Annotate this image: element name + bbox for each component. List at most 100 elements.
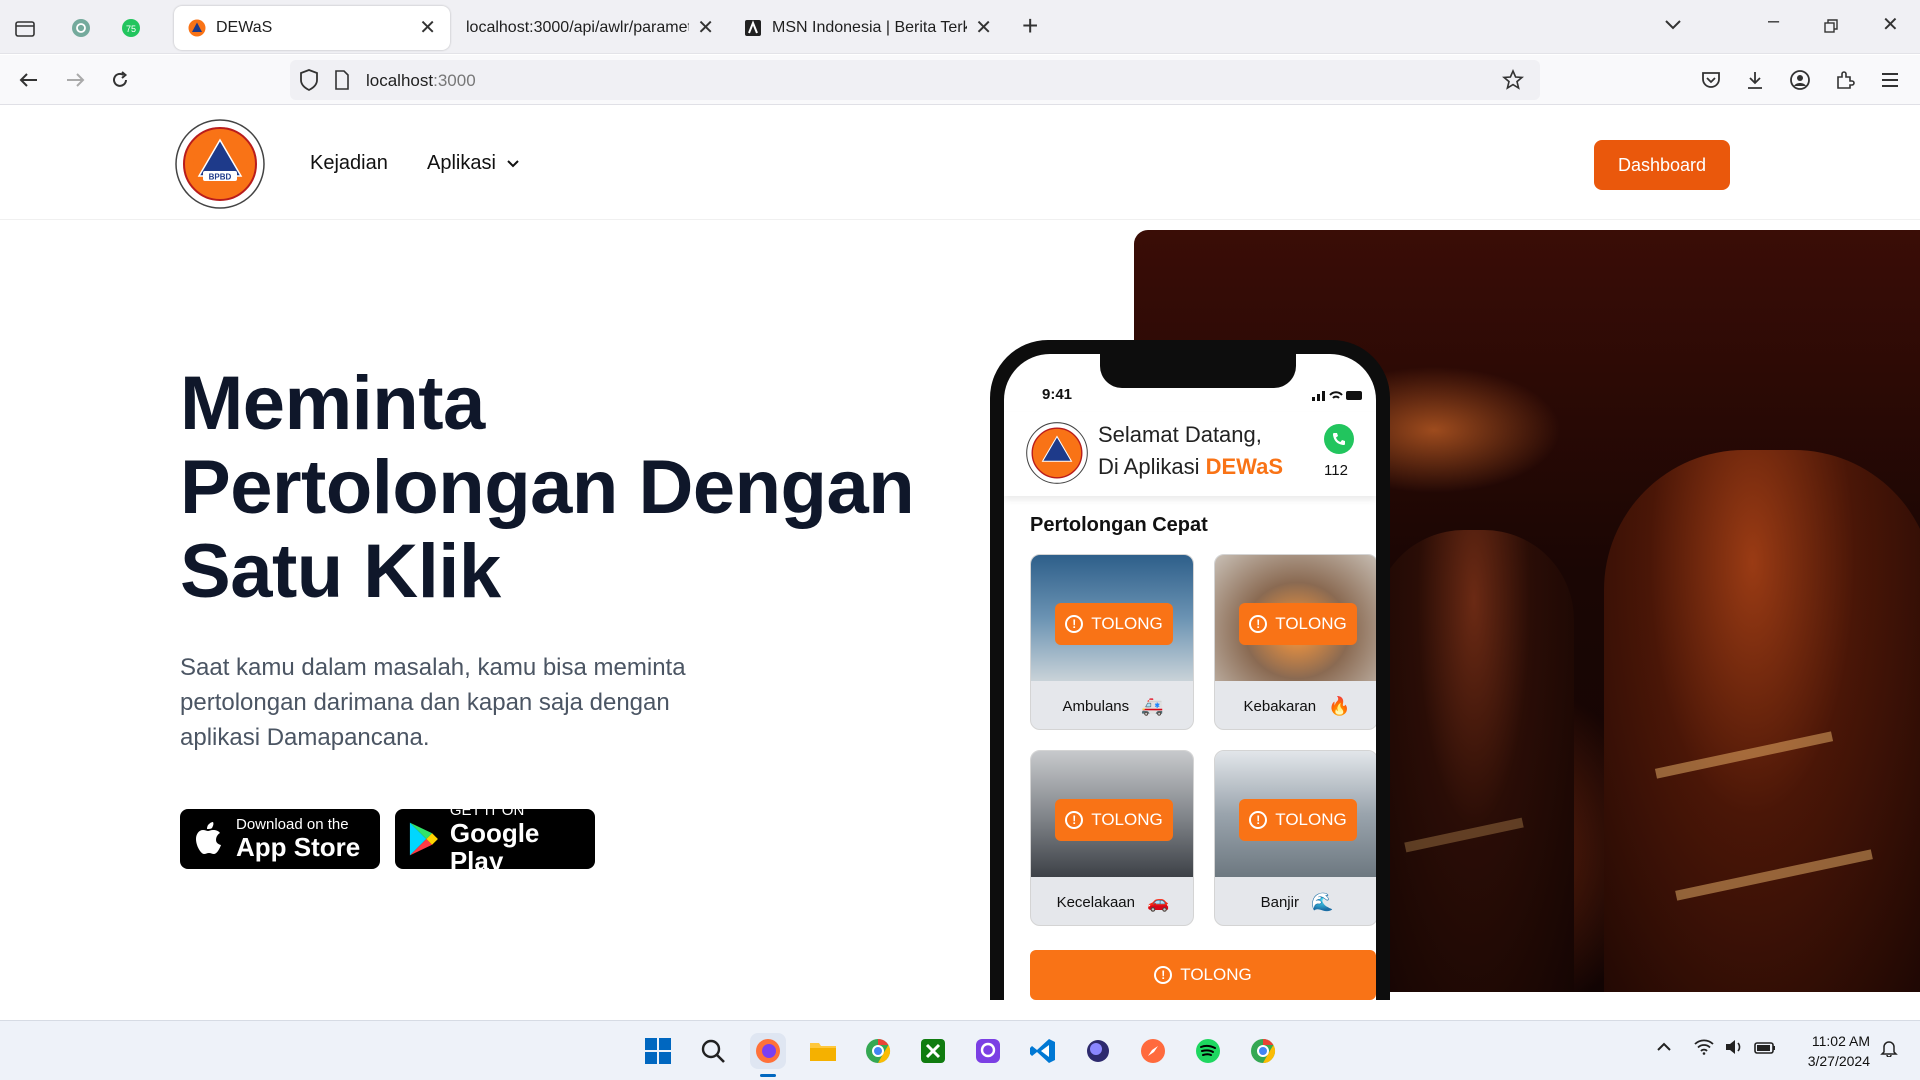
phone-status-time: 9:41 xyxy=(1042,386,1073,403)
search-icon[interactable] xyxy=(695,1033,731,1069)
battery-icon[interactable] xyxy=(1754,1039,1776,1060)
card-label: Kebakaran xyxy=(1243,697,1317,715)
close-tab-icon[interactable]: ✕ xyxy=(419,18,436,38)
restore-icon[interactable] xyxy=(1824,16,1838,39)
help-card-ambulans[interactable]: ! TOLONG Ambulans 🚑 xyxy=(1030,554,1194,730)
card-label-row: Kebakaran 🔥 xyxy=(1215,681,1376,729)
section-title: Pertolongan Cepat xyxy=(1030,514,1208,536)
google-play-big-text: Google Play xyxy=(449,818,540,876)
app-store-button[interactable]: Download on the App Store xyxy=(180,809,380,869)
vscode-icon[interactable] xyxy=(1025,1033,1061,1069)
url-host: localhost xyxy=(366,71,434,90)
app-podcast-icon[interactable] xyxy=(970,1033,1006,1069)
alert-circle-icon: ! xyxy=(1249,615,1268,633)
photo-figure xyxy=(1374,530,1574,992)
site-header: BPBD Kejadian Aplikasi Dashboard xyxy=(0,106,1920,220)
tolong-label: TOLONG xyxy=(1091,810,1163,829)
show-hidden-icons-chevron-icon[interactable] xyxy=(1656,1037,1672,1058)
card-label-row: Ambulans 🚑 xyxy=(1031,681,1193,729)
tab-api-awlr[interactable]: localhost:3000/api/awlr/parameter/ ✕ xyxy=(452,6,728,50)
file-explorer-icon[interactable] xyxy=(805,1033,841,1069)
xbox-icon[interactable] xyxy=(915,1033,951,1069)
hero-title-line: Meminta xyxy=(180,361,485,446)
alert-circle-icon: ! xyxy=(1154,966,1173,984)
downloads-icon[interactable] xyxy=(1742,67,1768,93)
browser-dark-icon[interactable] xyxy=(1080,1033,1116,1069)
pinned-tab-badge-icon[interactable]: 75 xyxy=(114,11,148,45)
tolong-label: TOLONG xyxy=(1275,614,1347,633)
tab-dewas[interactable]: DEWaS ✕ xyxy=(174,6,450,50)
forward-icon[interactable] xyxy=(62,67,88,93)
url-port: :3000 xyxy=(433,71,476,90)
firefox-icon[interactable] xyxy=(750,1033,786,1077)
help-card-kebakaran[interactable]: ! TOLONG Kebakaran 🔥 xyxy=(1214,554,1376,730)
reload-icon[interactable] xyxy=(107,67,133,93)
msn-favicon-icon xyxy=(745,20,761,36)
bpbd-logo[interactable]: BPBD xyxy=(175,119,265,209)
compass-app-icon[interactable] xyxy=(1135,1033,1171,1069)
card-label-row: Banjir 🌊 xyxy=(1215,877,1376,925)
main-tolong-button[interactable]: ! TOLONG xyxy=(1030,950,1376,1000)
dashboard-button[interactable]: Dashboard xyxy=(1594,140,1730,190)
tolong-label: TOLONG xyxy=(1180,965,1252,984)
account-icon[interactable] xyxy=(1787,67,1813,93)
list-all-tabs-icon[interactable] xyxy=(1664,14,1682,37)
alert-circle-icon: ! xyxy=(1065,811,1084,829)
taskbar-clock[interactable]: 11:02 AM 3/27/2024 xyxy=(1790,1031,1870,1071)
volume-icon[interactable] xyxy=(1724,1039,1744,1060)
nav-aplikasi-label: Aplikasi xyxy=(427,152,496,174)
tolong-button[interactable]: ! TOLONG xyxy=(1239,603,1357,645)
back-icon[interactable] xyxy=(16,67,42,93)
tab-overview-icon[interactable] xyxy=(8,11,42,45)
tab-title: DEWaS xyxy=(216,19,273,36)
wifi-icon[interactable] xyxy=(1694,1039,1714,1060)
tab-msn[interactable]: MSN Indonesia | Berita Terkini | ✕ xyxy=(730,6,1006,50)
windows-start-icon[interactable] xyxy=(640,1033,676,1069)
chrome-icon[interactable] xyxy=(1245,1033,1281,1069)
page-info-icon[interactable] xyxy=(334,70,350,95)
app-menu-icon[interactable] xyxy=(1877,67,1903,93)
bpbd-favicon-icon xyxy=(188,19,206,37)
tolong-button[interactable]: ! TOLONG xyxy=(1055,799,1173,841)
url-text[interactable]: localhost:3000 xyxy=(366,71,476,91)
google-play-button[interactable]: GET IT ON Google Play xyxy=(395,803,595,875)
nav-aplikasi-dropdown[interactable]: Aplikasi xyxy=(427,152,520,175)
bookmark-star-icon[interactable] xyxy=(1501,68,1525,96)
spotify-icon[interactable] xyxy=(1190,1033,1226,1069)
tolong-button[interactable]: ! TOLONG xyxy=(1055,603,1173,645)
car-crash-icon: 🚗 xyxy=(1146,891,1170,912)
nav-kejadian-link[interactable]: Kejadian xyxy=(310,152,388,175)
brand-name: DEWaS xyxy=(1205,454,1284,479)
help-card-kecelakaan[interactable]: ! TOLONG Kecelakaan 🚗 xyxy=(1030,750,1194,926)
hero-title-line: Pertolongan Dengan xyxy=(180,445,915,530)
pocket-icon[interactable] xyxy=(1698,67,1724,93)
hero-title-line: Satu Klik xyxy=(180,529,501,614)
url-bar[interactable]: localhost:3000 xyxy=(290,60,1540,100)
chrome-profile-icon[interactable] xyxy=(860,1033,896,1069)
card-label: Kecelakaan xyxy=(1056,893,1135,911)
notification-bell-icon[interactable] xyxy=(1880,1039,1898,1062)
pinned-tab-chatgpt-icon[interactable] xyxy=(64,11,98,45)
close-tab-icon[interactable]: ✕ xyxy=(975,18,992,38)
help-card-banjir[interactable]: ! TOLONG Banjir 🌊 xyxy=(1214,750,1376,926)
minimize-icon[interactable]: – xyxy=(1768,10,1779,33)
app-bpbd-logo xyxy=(1026,422,1088,484)
photo-figure xyxy=(1604,450,1920,992)
welcome-line-1: Selamat Datang, xyxy=(1098,422,1262,447)
tolong-label: TOLONG xyxy=(1275,810,1347,829)
new-tab-icon[interactable]: + xyxy=(1022,12,1038,40)
browser-tab-bar: 75 DEWaS ✕ localhost:3000/api/awlr/param… xyxy=(0,0,1920,54)
extensions-icon[interactable] xyxy=(1832,67,1858,93)
emergency-number: 112 xyxy=(1324,462,1348,479)
flood-icon: 🌊 xyxy=(1310,891,1334,912)
app-header: Selamat Datang, Di Aplikasi DEWaS 112 xyxy=(1004,412,1376,496)
tracking-protection-shield-icon[interactable] xyxy=(298,68,320,97)
phone-call-icon[interactable] xyxy=(1324,424,1354,454)
chevron-down-icon xyxy=(507,159,519,167)
google-play-icon xyxy=(409,822,438,856)
app-store-small-text: Download on the xyxy=(236,816,349,833)
google-play-small-text: GET IT ON xyxy=(449,802,525,819)
close-window-icon[interactable]: ✕ xyxy=(1882,12,1899,37)
close-tab-icon[interactable]: ✕ xyxy=(697,18,714,38)
tolong-button[interactable]: ! TOLONG xyxy=(1239,799,1357,841)
